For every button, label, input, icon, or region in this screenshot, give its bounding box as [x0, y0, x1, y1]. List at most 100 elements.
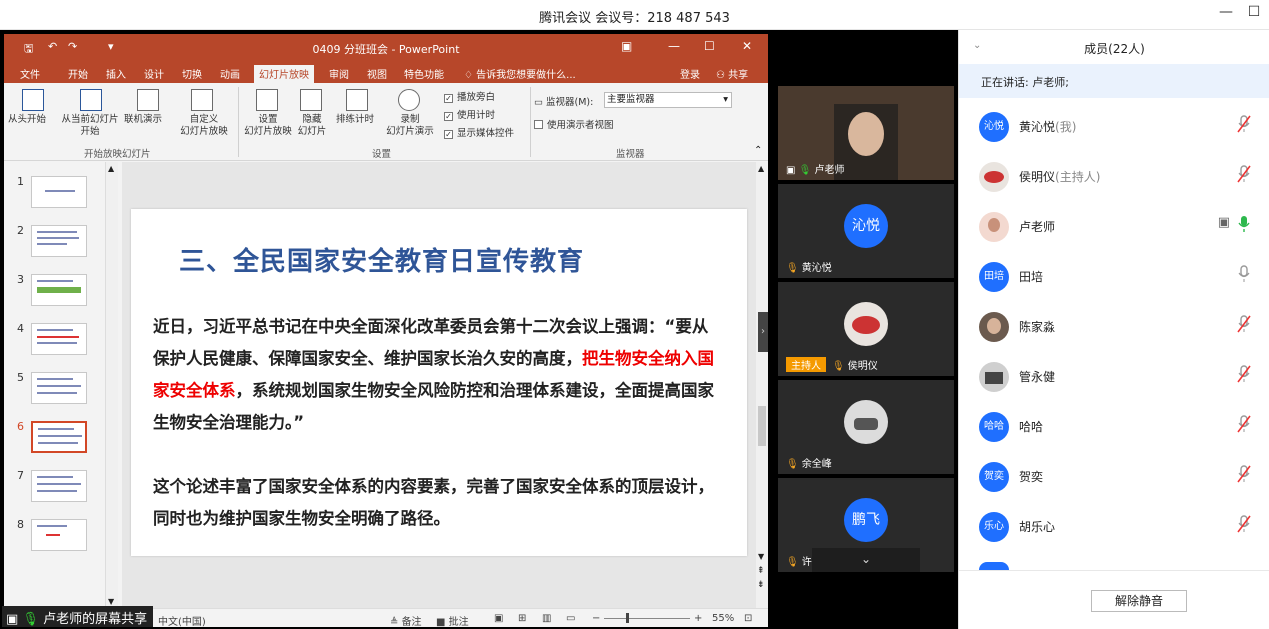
next-slide-icon[interactable]: ⇟ [757, 580, 765, 590]
thumb-number: 5 [17, 371, 24, 384]
slide-thumbnail[interactable] [31, 225, 87, 257]
thumbnail-scrollbar[interactable]: ▲ ▼ [105, 162, 118, 608]
mic-icon[interactable] [1236, 264, 1252, 284]
ppt-maximize-icon[interactable]: ☐ [704, 39, 715, 53]
member-row[interactable]: 侯明仪(主持人) [959, 150, 1269, 200]
record-button[interactable]: 录制 幻灯片演示 [380, 114, 440, 138]
mic-on-icon[interactable] [1236, 214, 1252, 234]
member-row[interactable]: 哈哈 哈哈 [959, 400, 1269, 450]
tab-animations[interactable]: 动画 [220, 66, 240, 81]
normal-view-icon[interactable]: ▣ [494, 613, 503, 624]
member-row[interactable]: 田培 田培 [959, 250, 1269, 300]
video-tile-lu[interactable]: ▣ 🎙 卢老师 [778, 86, 954, 180]
slideshow-view-icon[interactable]: ▭ [566, 613, 575, 624]
slide-thumbnail[interactable] [31, 470, 87, 502]
tab-insert[interactable]: 插入 [106, 66, 126, 81]
setup-show-button[interactable]: 设置 幻灯片放映 [240, 114, 296, 138]
tab-transitions[interactable]: 切换 [182, 66, 202, 81]
show-media-checkbox[interactable]: ✓ 显示媒体控件 [444, 125, 514, 139]
member-name: 哈哈 [1019, 418, 1043, 435]
record-icon [398, 89, 420, 111]
video-tile-xu[interactable]: 鹏飞 🎙许鹏飞 ⌄ [778, 478, 954, 572]
prev-slide-icon[interactable]: ⇞ [757, 566, 765, 576]
member-row[interactable]: 乐心 胡乐心 [959, 500, 1269, 550]
mic-muted-icon: 🎙 [786, 263, 799, 274]
from-current-button[interactable]: 从当前幻灯片 开始 [54, 114, 126, 138]
current-slide[interactable]: 三、全民国家安全教育日宣传教育 近日，习近平总书记在中央全面深化改革委员会第十二… [131, 209, 747, 556]
monitor-label-text: 监视器(M): [546, 97, 594, 108]
tab-features[interactable]: 特色功能 [404, 66, 444, 81]
collapse-ribbon-icon[interactable]: ⌃ [754, 145, 762, 156]
slide-scrollbar[interactable]: ▲ ▼ ⇞ ⇟ [756, 162, 768, 608]
rehearse-timings-icon [346, 89, 368, 111]
tab-design[interactable]: 设计 [144, 66, 164, 81]
minimize-icon[interactable]: — [1216, 4, 1236, 20]
ppt-minimize-icon[interactable]: — [668, 39, 680, 53]
reading-view-icon[interactable]: ▥ [542, 613, 551, 624]
zoom-in-icon[interactable]: + [694, 613, 702, 624]
video-tile-yu[interactable]: 🎙 余全峰 [778, 380, 954, 474]
mic-muted-icon[interactable] [1236, 464, 1252, 484]
zoom-out-icon[interactable]: − [592, 613, 600, 624]
mic-muted-icon[interactable] [1236, 164, 1252, 184]
slide-thumbnail[interactable] [31, 176, 87, 208]
play-narration-checkbox[interactable]: ✓ 播放旁白 [444, 89, 495, 103]
sorter-view-icon[interactable]: ⊞ [518, 613, 526, 624]
slide-thumbnail-selected[interactable] [31, 421, 87, 453]
comments-button[interactable]: ■ 批注 [436, 613, 469, 627]
tab-review[interactable]: 审阅 [329, 66, 349, 81]
scroll-up-icon[interactable]: ▲ [758, 164, 764, 173]
member-row[interactable]: 沁悦 黄沁悦(我) [959, 100, 1269, 150]
scroll-up-icon[interactable]: ▲ [108, 164, 114, 173]
zoom-thumb[interactable] [626, 613, 629, 623]
rehearse-timings-button[interactable]: 排练计时 [336, 114, 374, 126]
login-link[interactable]: 登录 [680, 66, 700, 81]
tab-file[interactable]: 文件 [20, 66, 40, 81]
tab-view[interactable]: 视图 [367, 66, 387, 81]
use-timings-checkbox[interactable]: ✓ 使用计时 [444, 107, 495, 121]
zoom-level[interactable]: 55% [712, 613, 734, 624]
ppt-close-icon[interactable]: ✕ [742, 39, 752, 53]
mic-muted-icon[interactable] [1236, 114, 1252, 134]
member-row[interactable]: 贺奕 贺奕 [959, 450, 1269, 500]
from-start-button[interactable]: 从头开始 [8, 114, 46, 126]
custom-show-button[interactable]: 自定义 幻灯片放映 [172, 114, 236, 138]
video-tile-name-text: 黄沁悦 [801, 263, 832, 274]
slide-thumbnail[interactable] [31, 519, 87, 551]
member-row[interactable]: 卢老师 ▣ [959, 200, 1269, 250]
video-tile-hou[interactable]: 主持人 🎙 侯明仪 [778, 282, 954, 376]
video-tile-huang[interactable]: 沁悦 🎙 黄沁悦 [778, 184, 954, 278]
unmute-button[interactable]: 解除静音 [1091, 590, 1187, 612]
from-current-icon [80, 89, 102, 111]
checkbox-checked-icon: ✓ [444, 130, 453, 139]
tell-me-box[interactable]: ♢ 告诉我您想要做什么... [464, 66, 576, 81]
online-present-button[interactable]: 联机演示 [124, 114, 162, 126]
tab-slideshow[interactable]: 幻灯片放映 [254, 65, 314, 83]
share-button[interactable]: ⚇ 共享 [716, 66, 748, 81]
chevron-down-icon[interactable]: ⌄ [812, 548, 920, 572]
presenter-view-checkbox[interactable]: 使用演示者视图 [534, 117, 614, 131]
maximize-icon[interactable]: ☐ [1244, 4, 1264, 20]
monitor-select[interactable]: 主要监视器 ▾ [604, 92, 732, 108]
slide-thumbnail[interactable] [31, 323, 87, 355]
tab-home[interactable]: 开始 [68, 66, 88, 81]
scroll-down-icon[interactable]: ▼ [108, 597, 114, 606]
zoom-slider[interactable] [604, 618, 690, 619]
scroll-down-icon[interactable]: ▼ [758, 552, 764, 561]
member-row[interactable]: 陈家淼 [959, 300, 1269, 350]
share-expand-icon[interactable]: › [758, 312, 768, 352]
scroll-thumb[interactable] [758, 406, 766, 446]
member-row[interactable]: 管永健 [959, 350, 1269, 400]
mic-muted-icon[interactable] [1236, 414, 1252, 434]
members-title: 成员(22人) [1084, 42, 1145, 56]
fit-slide-icon[interactable]: ⊡ [744, 613, 752, 624]
slide-thumbnail[interactable] [31, 372, 87, 404]
ribbon-display-icon[interactable]: ▣ [621, 39, 632, 53]
slide-thumbnail[interactable] [31, 274, 87, 306]
notes-button[interactable]: ≜ 备注 [390, 613, 422, 627]
thumb-text-line [37, 243, 67, 245]
mic-muted-icon[interactable] [1236, 314, 1252, 334]
mic-muted-icon[interactable] [1236, 364, 1252, 384]
hide-slide-button[interactable]: 隐藏 幻灯片 [294, 114, 330, 138]
mic-muted-icon[interactable] [1236, 514, 1252, 534]
